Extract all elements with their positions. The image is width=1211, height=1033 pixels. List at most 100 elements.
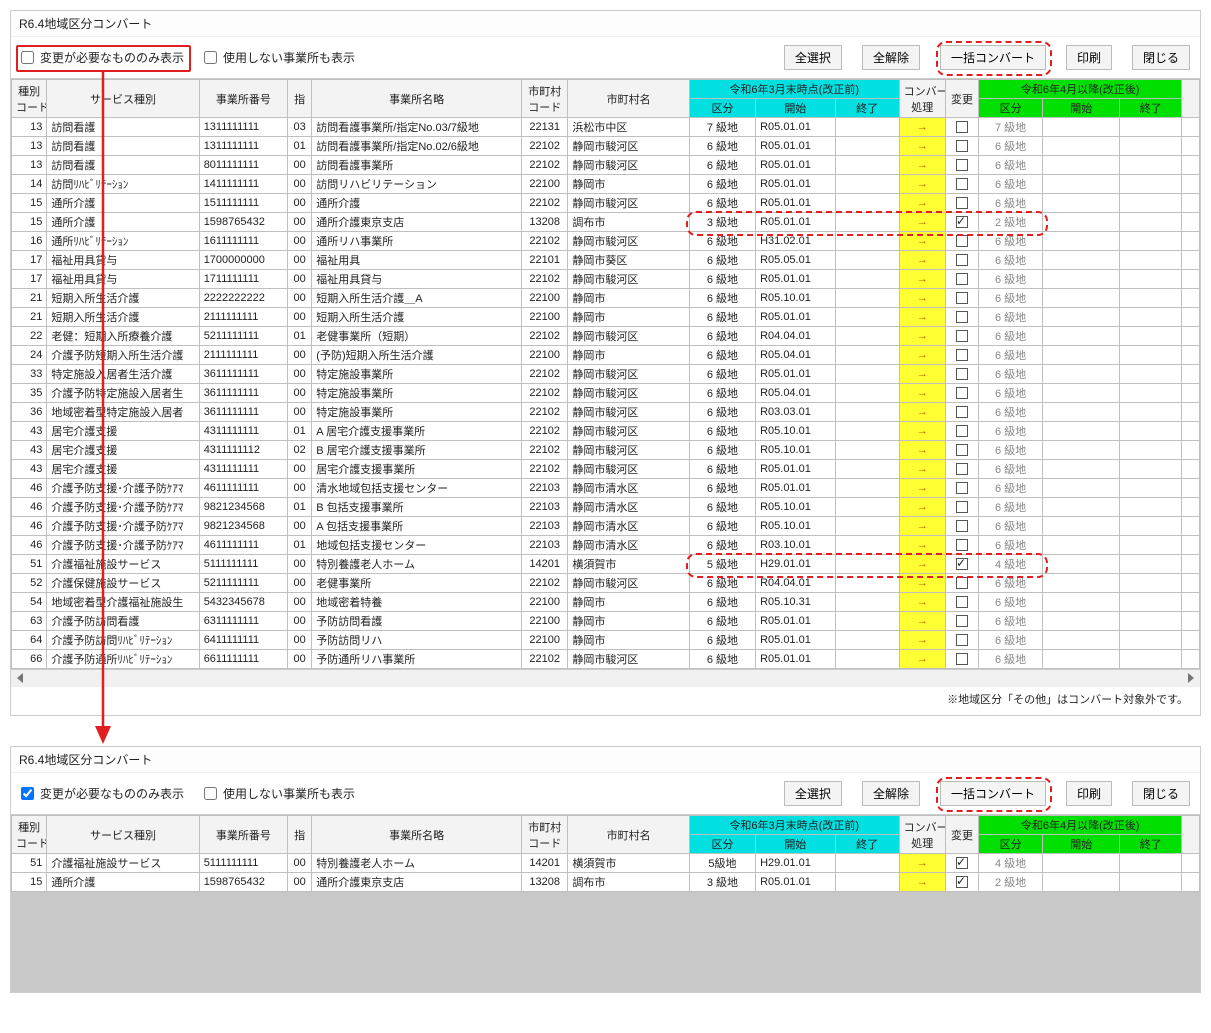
cell-change-checkbox[interactable] bbox=[945, 346, 978, 365]
cell-change-checkbox[interactable] bbox=[945, 650, 978, 669]
cell-after-kubun: 6 級地 bbox=[979, 346, 1043, 365]
cell-change-checkbox[interactable] bbox=[945, 308, 978, 327]
table-row[interactable]: 33特定施設入居者生活介護361111111100特定施設事業所22102静岡市… bbox=[12, 365, 1200, 384]
cell-after-kubun: 6 級地 bbox=[979, 137, 1043, 156]
table-row[interactable]: 13訪問看護801111111100訪問看護事業所22102静岡市駿河区6 級地… bbox=[12, 156, 1200, 175]
cell-change-checkbox[interactable] bbox=[945, 593, 978, 612]
cell-change-checkbox[interactable] bbox=[945, 612, 978, 631]
cell-shi: 00 bbox=[288, 517, 312, 536]
table-row[interactable]: 22老健：短期入所療養介護521111111101老健事業所（短期）22102静… bbox=[12, 327, 1200, 346]
cell-change-checkbox[interactable] bbox=[945, 327, 978, 346]
table-row[interactable]: 43居宅介護支援431111111101A 居宅介護支援事業所22102静岡市駿… bbox=[12, 422, 1200, 441]
th-code: 種別コード bbox=[12, 80, 47, 118]
cell-kubun: 6 級地 bbox=[689, 251, 755, 270]
horizontal-scrollbar[interactable] bbox=[11, 669, 1200, 687]
th-scrollhead bbox=[1182, 80, 1200, 118]
cell-kubun: 6 級地 bbox=[689, 308, 755, 327]
table-row[interactable]: 13訪問看護131111111101訪問看護事業所/指定No.02/6級地221… bbox=[12, 137, 1200, 156]
chk-show-unused[interactable]: 使用しない事業所も表示 bbox=[204, 785, 355, 802]
chk-changes-only[interactable]: 変更が必要なもののみ表示 bbox=[21, 785, 184, 802]
btn-clear-all[interactable]: 全解除 bbox=[862, 45, 920, 70]
table-row[interactable]: 15通所介護151111111100通所介護22102静岡市駿河区6 級地R05… bbox=[12, 194, 1200, 213]
cell-change-checkbox[interactable] bbox=[945, 422, 978, 441]
table-row[interactable]: 46介護予防支援･介護予防ｹｱﾏ461111111101地域包括支援センター22… bbox=[12, 536, 1200, 555]
cell-change-checkbox[interactable] bbox=[945, 479, 978, 498]
cell-change-checkbox[interactable] bbox=[945, 118, 978, 137]
cell-change-checkbox[interactable] bbox=[945, 194, 978, 213]
table-row[interactable]: 43居宅介護支援431111111202B 居宅介護支援事業所22102静岡市駿… bbox=[12, 441, 1200, 460]
table-row[interactable]: 54地域密着型介護福祉施設生543234567800地域密着特養22100静岡市… bbox=[12, 593, 1200, 612]
cell-change-checkbox[interactable] bbox=[945, 175, 978, 194]
table-row[interactable]: 46介護予防支援･介護予防ｹｱﾏ982123456801B 包括支援事業所221… bbox=[12, 498, 1200, 517]
grid-1[interactable]: 種別コード サービス種別 事業所番号 指 事業所名略 市町村コード 市町村名 令… bbox=[11, 78, 1200, 669]
table-row[interactable]: 21短期入所生活介護211111111100短期入所生活介護22100静岡市6 … bbox=[12, 308, 1200, 327]
cell-jigyosho-name: 通所介護東京支店 bbox=[312, 873, 522, 892]
table-row[interactable]: 35介護予防特定施設入居者生361111111100特定施設事業所22102静岡… bbox=[12, 384, 1200, 403]
cell-change-checkbox[interactable] bbox=[945, 270, 978, 289]
cell-kubun: 3 級地 bbox=[689, 213, 755, 232]
btn-print[interactable]: 印刷 bbox=[1066, 45, 1112, 70]
cell-kubun: 6 級地 bbox=[689, 156, 755, 175]
cell-change-checkbox[interactable] bbox=[945, 498, 978, 517]
cell-change-checkbox[interactable] bbox=[945, 251, 978, 270]
chk-show-unused[interactable]: 使用しない事業所も表示 bbox=[204, 49, 355, 66]
table-row[interactable]: 66介護予防通所ﾘﾊﾋﾞﾘﾃｰｼｮﾝ661111111100予防通所リハ事業所2… bbox=[12, 650, 1200, 669]
cell-city-name: 静岡市 bbox=[568, 593, 689, 612]
table-row[interactable]: 46介護予防支援･介護予防ｹｱﾏ982123456800A 包括支援事業所221… bbox=[12, 517, 1200, 536]
cell-change-checkbox[interactable] bbox=[945, 854, 978, 873]
cell-change-checkbox[interactable] bbox=[945, 232, 978, 251]
cell-change-checkbox[interactable] bbox=[945, 213, 978, 232]
cell-end bbox=[835, 650, 899, 669]
table-row[interactable]: 21短期入所生活介護222222222200短期入所生活介護＿A22100静岡市… bbox=[12, 289, 1200, 308]
cell-change-checkbox[interactable] bbox=[945, 517, 978, 536]
cell-change-checkbox[interactable] bbox=[945, 555, 978, 574]
cell-change-checkbox[interactable] bbox=[945, 403, 978, 422]
cell-change-checkbox[interactable] bbox=[945, 289, 978, 308]
table-row[interactable]: 52介護保健施設サービス521111111100老健事業所22102静岡市駿河区… bbox=[12, 574, 1200, 593]
table-row[interactable]: 36地域密着型特定施設入居者361111111100特定施設事業所22102静岡… bbox=[12, 403, 1200, 422]
table-row[interactable]: 24介護予防短期入所生活介護211111111100(予防)短期入所生活介護22… bbox=[12, 346, 1200, 365]
btn-close[interactable]: 閉じる bbox=[1132, 45, 1190, 70]
th-shi: 指 bbox=[288, 816, 312, 854]
chk-changes-only[interactable]: 変更が必要なもののみ表示 bbox=[21, 49, 184, 66]
cell-change-checkbox[interactable] bbox=[945, 631, 978, 650]
grid-2[interactable]: 種別コード サービス種別 事業所番号 指 事業所名略 市町村コード 市町村名 令… bbox=[11, 814, 1200, 992]
table-row[interactable]: 51介護福祉施設サービス511111111100特別養護老人ホーム14201横須… bbox=[12, 555, 1200, 574]
table-row[interactable]: 64介護予防訪問ﾘﾊﾋﾞﾘﾃｰｼｮﾝ641111111100予防訪問リハ2210… bbox=[12, 631, 1200, 650]
btn-select-all[interactable]: 全選択 bbox=[784, 781, 842, 806]
cell-change-checkbox[interactable] bbox=[945, 441, 978, 460]
cell-after-start bbox=[1043, 137, 1120, 156]
cell-kubun: 6 級地 bbox=[689, 631, 755, 650]
cell-shi: 01 bbox=[288, 327, 312, 346]
cell-after-kubun: 6 級地 bbox=[979, 422, 1043, 441]
table-row[interactable]: 14訪問ﾘﾊﾋﾞﾘﾃｰｼｮﾝ141111111100訪問リハビリテーション221… bbox=[12, 175, 1200, 194]
cell-change-checkbox[interactable] bbox=[945, 873, 978, 892]
table-row[interactable]: 13訪問看護131111111103訪問看護事業所/指定No.03/7級地221… bbox=[12, 118, 1200, 137]
table-row[interactable]: 63介護予防訪問看護631111111100予防訪問看護22100静岡市6 級地… bbox=[12, 612, 1200, 631]
cell-change-checkbox[interactable] bbox=[945, 384, 978, 403]
btn-convert[interactable]: 一括コンバート bbox=[940, 781, 1046, 806]
cell-change-checkbox[interactable] bbox=[945, 137, 978, 156]
table-row[interactable]: 15通所介護159876543200通所介護東京支店13208調布市3 級地R0… bbox=[12, 873, 1200, 892]
btn-clear-all[interactable]: 全解除 bbox=[862, 781, 920, 806]
cell-change-checkbox[interactable] bbox=[945, 574, 978, 593]
btn-select-all[interactable]: 全選択 bbox=[784, 45, 842, 70]
cell-change-checkbox[interactable] bbox=[945, 365, 978, 384]
btn-convert[interactable]: 一括コンバート bbox=[940, 45, 1046, 70]
table-row[interactable]: 51介護福祉施設サービス511111111100特別養護老人ホーム14201横須… bbox=[12, 854, 1200, 873]
table-row[interactable]: 17福祉用具貸与171111111100福祉用具貸与22102静岡市駿河区6 級… bbox=[12, 270, 1200, 289]
cell-convert-arrow: → bbox=[899, 308, 945, 327]
btn-close[interactable]: 閉じる bbox=[1132, 781, 1190, 806]
table-row[interactable]: 16通所ﾘﾊﾋﾞﾘﾃｰｼｮﾝ161111111100通所リハ事業所22102静岡… bbox=[12, 232, 1200, 251]
cell-city-name: 静岡市 bbox=[568, 308, 689, 327]
cell-change-checkbox[interactable] bbox=[945, 460, 978, 479]
table-row[interactable]: 17福祉用具貸与170000000000福祉用具22101静岡市葵区6 級地R0… bbox=[12, 251, 1200, 270]
table-row[interactable]: 46介護予防支援･介護予防ｹｱﾏ461111111100清水地域包括支援センター… bbox=[12, 479, 1200, 498]
window-title: R6.4地域区分コンバート bbox=[11, 747, 1200, 773]
cell-scroll bbox=[1182, 555, 1200, 574]
btn-print[interactable]: 印刷 bbox=[1066, 781, 1112, 806]
cell-change-checkbox[interactable] bbox=[945, 156, 978, 175]
table-row[interactable]: 43居宅介護支援431111111100居宅介護支援事業所22102静岡市駿河区… bbox=[12, 460, 1200, 479]
table-row[interactable]: 15通所介護159876543200通所介護東京支店13208調布市3 級地R0… bbox=[12, 213, 1200, 232]
cell-change-checkbox[interactable] bbox=[945, 536, 978, 555]
